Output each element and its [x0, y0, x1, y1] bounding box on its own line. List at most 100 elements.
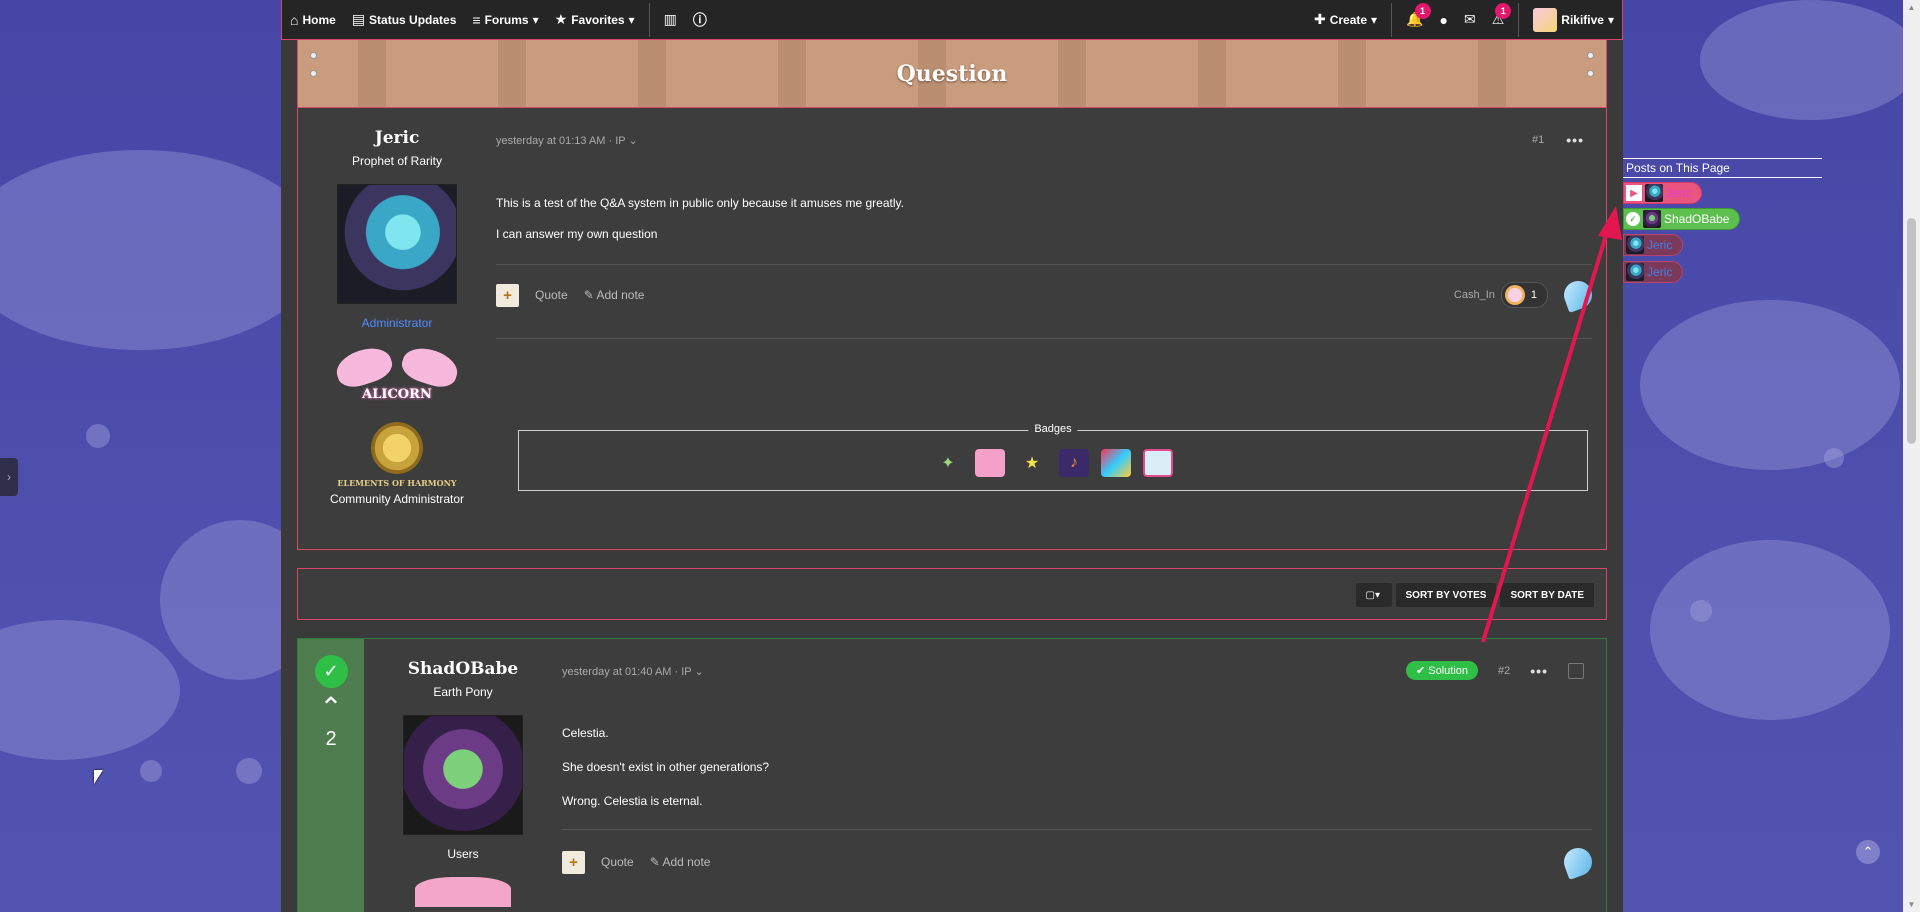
pin-decoration [310, 70, 317, 77]
post-tools: #1 ••• [1532, 132, 1584, 148]
quote-button[interactable]: Quote [601, 855, 634, 869]
envelope-icon: ✉ [1463, 11, 1476, 27]
nav-account[interactable]: ● [1432, 0, 1456, 40]
react-button[interactable]: + [562, 850, 585, 874]
sort-bar: ▢ ▾ SORT BY VOTES SORT BY DATE [297, 568, 1607, 620]
cloud-decoration [1640, 300, 1900, 470]
warnings-badge: 1 [1495, 3, 1512, 19]
scroll-down-icon[interactable]: ▼ [1907, 900, 1916, 909]
post-body: This is a test of the Q&A system in publ… [496, 195, 904, 257]
username-link[interactable]: ShadOBabe [408, 659, 518, 679]
add-note-button[interactable]: ✎ Add note [584, 288, 645, 302]
quote-button[interactable]: Quote [535, 288, 568, 302]
user-title: Prophet of Rarity [351, 154, 443, 168]
nav-home[interactable]: ⌂ Home [282, 0, 344, 40]
post-chip[interactable]: ✓ ShadOBabe [1623, 208, 1741, 230]
widget-item-row: ▶ Jeric [1623, 178, 1822, 204]
add-note-button[interactable]: ✎ Add note [650, 855, 711, 869]
sort-by-votes-button[interactable]: SORT BY VOTES [1395, 583, 1497, 607]
nav-status-updates[interactable]: ▤ Status Updates [344, 0, 465, 40]
select-post-checkbox[interactable] [1568, 662, 1584, 679]
community-role: Community Administrator [329, 492, 465, 506]
reaction-icon [1504, 285, 1525, 305]
pony-badge-icon[interactable] [975, 449, 1005, 477]
post-number[interactable]: #2 [1498, 665, 1510, 677]
nav-alerts[interactable]: 🔔 1 [1398, 0, 1431, 40]
check-icon: ✔ [1415, 665, 1426, 677]
wand-badge-icon[interactable]: ✦ [933, 449, 963, 477]
alicorn-banner: ALICORN [332, 342, 462, 402]
post-actions: + Quote ✎ Add note Cash_In 1 [496, 277, 1596, 313]
post-number[interactable]: #1 [1532, 134, 1544, 146]
nav-divider [1518, 2, 1520, 37]
post-paragraph: Celestia. [562, 726, 609, 740]
scrollbar[interactable]: ▲ ▼ [1903, 0, 1920, 912]
caret-down-icon: ▾ [628, 12, 635, 27]
help-icon: ⓘ [692, 11, 707, 28]
guitar-badge-icon[interactable]: ♪ [1059, 449, 1089, 477]
feather-icon[interactable] [1560, 844, 1596, 880]
scrollbar-thumb[interactable] [1907, 218, 1916, 444]
elements-emblem: ELEMENTS OF HARMONY [337, 416, 457, 488]
drawer-toggle[interactable]: › [0, 458, 18, 496]
upvote-icon[interactable]: ⌃ [319, 694, 342, 722]
post-meta[interactable]: yesterday at 01:13 AM · IP ⌄ [496, 134, 638, 147]
post-meta[interactable]: yesterday at 01:40 AM · IP ⌄ [562, 665, 704, 678]
scroll-up-icon[interactable]: ▲ [1907, 3, 1916, 12]
nav-forums[interactable]: ≡ Forums ▾ [464, 0, 546, 40]
feather-icon[interactable] [1560, 277, 1596, 313]
more-options-icon[interactable]: ••• [1566, 132, 1584, 148]
tv-badge-icon[interactable] [1143, 449, 1173, 477]
nav-divider [1391, 2, 1393, 37]
post-tools: ✔ Solution #2 ••• [1405, 661, 1584, 680]
cloud-decoration [1700, 0, 1920, 120]
avatar[interactable] [403, 715, 523, 835]
chevron-right-icon: › [7, 470, 11, 484]
user-role: Administrator [361, 316, 433, 330]
nav-guide-button[interactable]: ▥ [656, 0, 685, 40]
banner-title: Question [896, 60, 1008, 87]
widget-item-row: Jeric [1623, 257, 1822, 284]
caret-down-icon: ▾ [1607, 12, 1614, 27]
reactors[interactable]: Cash_In 1 [1454, 282, 1548, 308]
reaction-count: 1 [1530, 289, 1537, 301]
select-all-toggle[interactable]: ▢ ▾ [1355, 583, 1392, 607]
pin-decoration [1587, 70, 1594, 77]
post-chip[interactable]: Jeric [1623, 234, 1684, 256]
posts-on-page-widget: Posts on This Page ▶ Jeric ✓ ShadOBabe Jer… [1623, 158, 1822, 284]
nav-messages[interactable]: ✉ [1456, 0, 1484, 40]
cloud-decoration [0, 150, 320, 350]
reaction-pill[interactable]: 1 [1500, 282, 1548, 308]
heart-badge-icon[interactable] [1101, 449, 1131, 477]
post-paragraph: This is a test of the Q&A system in publ… [496, 196, 904, 210]
more-options-icon[interactable]: ••• [1530, 663, 1548, 679]
vote-column: ✓ ⌃ 2 [298, 639, 364, 912]
nav-warnings[interactable]: ⚠ 1 [1484, 0, 1513, 40]
dot-decoration [1824, 448, 1844, 468]
sort-by-date-button[interactable]: SORT BY DATE [1500, 583, 1594, 607]
dot-decoration [236, 758, 262, 784]
nav-divider [648, 2, 650, 37]
chevron-down-icon: ⌄ [628, 135, 638, 147]
post-paragraph: Wrong. Celestia is eternal. [562, 793, 703, 808]
elements-label: ELEMENTS OF HARMONY [337, 478, 457, 488]
username-link[interactable]: Jeric [375, 128, 420, 148]
nav-help-button[interactable]: ⓘ [685, 0, 715, 40]
chevron-up-icon: ⌃ [1862, 844, 1874, 859]
solution-badge[interactable]: ✔ Solution [1405, 661, 1479, 680]
react-button[interactable]: + [496, 283, 519, 307]
avatar[interactable] [337, 184, 457, 304]
post-chip[interactable]: Jeric [1623, 261, 1684, 283]
back-to-top-button[interactable]: ⌃ [1856, 840, 1880, 864]
top-nav: ⌂ Home ▤ Status Updates ≡ Forums ▾ ★ Favorite… [281, 0, 1623, 40]
main-column: ⌂ Home ▤ Status Updates ≡ Forums ▾ ★ Favorite… [281, 0, 1623, 912]
widget-header: Posts on This Page [1623, 158, 1822, 178]
nav-favorites[interactable]: ★ Favorites ▾ [547, 0, 643, 40]
avatar [1626, 236, 1644, 254]
nav-create[interactable]: ✚ Create ▾ [1306, 0, 1385, 40]
post-chip[interactable]: ▶ Jeric [1623, 182, 1703, 204]
wing-decoration [332, 342, 396, 392]
nav-user-menu[interactable]: Rikifive ▾ [1525, 0, 1622, 40]
star-badge-icon[interactable]: ★ [1017, 449, 1047, 477]
plus-icon: ✚ [1313, 11, 1326, 27]
